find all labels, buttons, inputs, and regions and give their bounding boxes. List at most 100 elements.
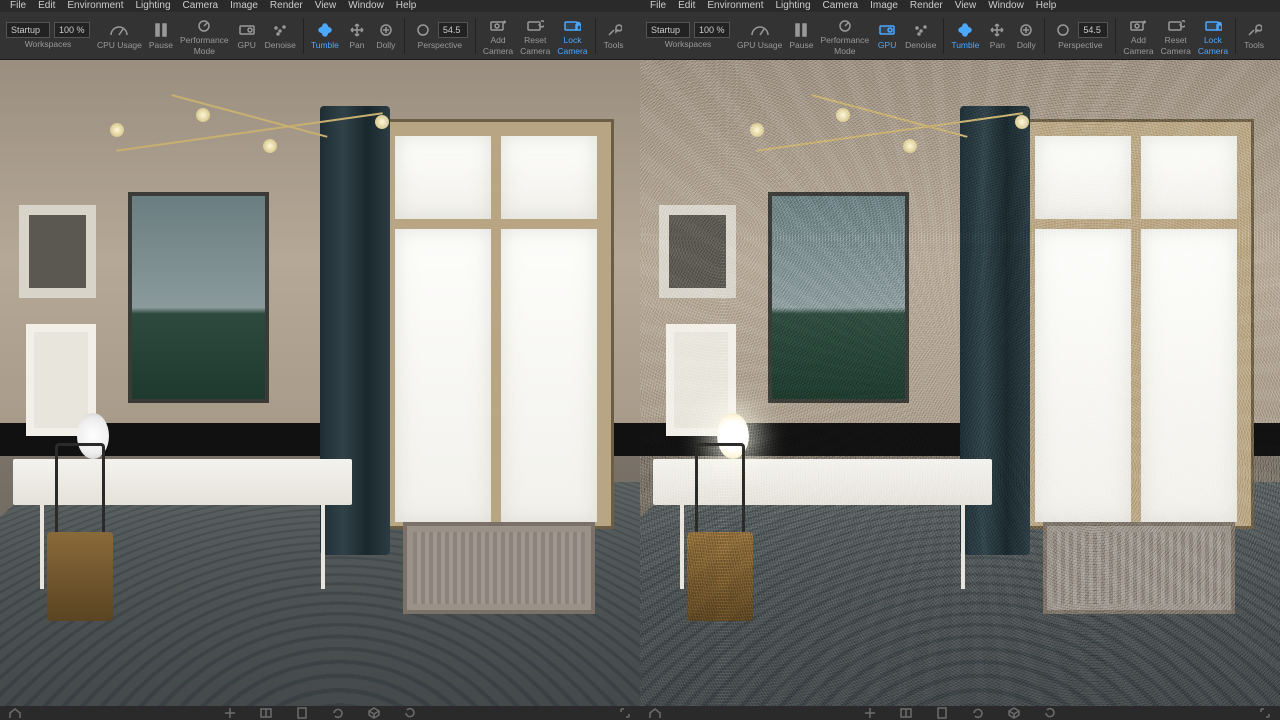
gpu-icon: [876, 21, 898, 39]
refresh-icon[interactable]: [969, 707, 987, 719]
menu-file[interactable]: File: [644, 0, 672, 12]
painting-large: [128, 192, 269, 403]
menu-render[interactable]: Render: [904, 0, 949, 12]
expand-icon[interactable]: [616, 707, 634, 719]
pan-icon: [986, 21, 1008, 39]
tumble-button[interactable]: Tumble: [948, 14, 982, 58]
menu-render[interactable]: Render: [264, 0, 309, 12]
tumble-button[interactable]: Tumble: [308, 14, 342, 58]
perspective-button[interactable]: 54.5 Perspective: [1049, 14, 1111, 58]
lens-icon: [412, 21, 434, 39]
menu-camera[interactable]: Camera: [177, 0, 225, 12]
add-camera-button[interactable]: Add Camera: [480, 14, 516, 58]
menu-lighting[interactable]: Lighting: [130, 0, 177, 12]
focal-length-field[interactable]: 54.5: [438, 22, 468, 38]
perspective-button[interactable]: 54.5 Perspective: [409, 14, 471, 58]
denoise-button[interactable]: Denoise: [902, 14, 939, 58]
gizmo-icon[interactable]: [221, 707, 239, 719]
book-icon[interactable]: [257, 707, 275, 719]
toolbar: Startup 100 % Workspaces CPU Usage Pause…: [0, 12, 640, 60]
menu-file[interactable]: File: [4, 0, 32, 12]
book-icon[interactable]: [897, 707, 915, 719]
menu-help[interactable]: Help: [1030, 0, 1063, 12]
reset-camera-button[interactable]: Reset Camera: [1158, 14, 1194, 58]
menu-image[interactable]: Image: [224, 0, 264, 12]
cpu-usage-button[interactable]: CPU Usage: [94, 14, 145, 58]
page-icon[interactable]: [933, 707, 951, 719]
radiator: [403, 522, 595, 614]
menubar: File Edit Environment Lighting Camera Im…: [0, 0, 640, 12]
page-icon[interactable]: [293, 707, 311, 719]
pan-button[interactable]: Pan: [343, 14, 371, 58]
workspaces-button[interactable]: Startup 100 % Workspaces: [643, 14, 733, 58]
window: [1018, 119, 1255, 528]
add-camera-button[interactable]: Add Camera: [1120, 14, 1156, 58]
workspace-dropdown[interactable]: Startup: [6, 22, 50, 38]
menu-window[interactable]: Window: [982, 0, 1030, 12]
gpu-button[interactable]: GPU: [873, 14, 901, 58]
zoom-dropdown[interactable]: 100 %: [54, 22, 90, 38]
menu-image[interactable]: Image: [864, 0, 904, 12]
performance-mode-button[interactable]: Performance Mode: [177, 14, 232, 58]
lock-camera-button[interactable]: Lock Camera: [1195, 14, 1231, 58]
gpu-usage-button[interactable]: GPU Usage: [734, 14, 785, 58]
window: [378, 119, 615, 528]
workspace-dropdown[interactable]: Startup: [646, 22, 690, 38]
gizmo-icon[interactable]: [861, 707, 879, 719]
lock-camera-button[interactable]: Lock Camera: [554, 14, 590, 58]
menu-edit[interactable]: Edit: [32, 0, 61, 12]
dolly-icon: [375, 21, 397, 39]
dolly-button[interactable]: Dolly: [1012, 14, 1040, 58]
pan-icon: [346, 21, 368, 39]
chair: [38, 443, 121, 641]
pause-button[interactable]: Pause: [786, 14, 816, 58]
menu-camera[interactable]: Camera: [817, 0, 865, 12]
reset-camera-button[interactable]: Reset Camera: [517, 14, 553, 58]
toolbar: Startup 100 % Workspaces GPU Usage Pause…: [640, 12, 1280, 60]
viewport-panel-right: File Edit Environment Lighting Camera Im…: [640, 0, 1280, 720]
rotate-icon[interactable]: [1041, 707, 1059, 719]
menu-window[interactable]: Window: [342, 0, 390, 12]
render-viewport-left[interactable]: [0, 60, 640, 720]
dolly-icon: [1015, 21, 1037, 39]
tools-icon: [1243, 21, 1265, 39]
pause-icon: [150, 21, 172, 39]
dolly-button[interactable]: Dolly: [372, 14, 400, 58]
pause-icon: [790, 21, 812, 39]
render-viewport-right[interactable]: [640, 60, 1280, 720]
denoise-button[interactable]: Denoise: [262, 14, 299, 58]
menu-environment[interactable]: Environment: [61, 0, 129, 12]
tools-button[interactable]: Tools: [600, 14, 628, 58]
refresh-icon[interactable]: [329, 707, 347, 719]
curtain: [960, 106, 1030, 555]
chair: [678, 443, 761, 641]
denoise-icon: [269, 21, 291, 39]
pan-button[interactable]: Pan: [983, 14, 1011, 58]
camera-lock-icon: [1202, 16, 1224, 34]
cube-icon[interactable]: [365, 707, 383, 719]
pause-button[interactable]: Pause: [146, 14, 176, 58]
tumble-icon: [314, 21, 336, 39]
menu-environment[interactable]: Environment: [701, 0, 769, 12]
rotate-icon[interactable]: [401, 707, 419, 719]
gpu-button[interactable]: GPU: [233, 14, 261, 58]
performance-mode-button[interactable]: Performance Mode: [817, 14, 872, 58]
menu-edit[interactable]: Edit: [672, 0, 701, 12]
desk: [653, 459, 992, 505]
camera-plus-icon: [1127, 16, 1149, 34]
gpu-icon: [236, 21, 258, 39]
menu-view[interactable]: View: [949, 0, 983, 12]
menu-help[interactable]: Help: [390, 0, 423, 12]
home-icon[interactable]: [646, 707, 664, 719]
menu-view[interactable]: View: [309, 0, 343, 12]
workspaces-button[interactable]: Startup 100 % Workspaces: [3, 14, 93, 58]
focal-length-field[interactable]: 54.5: [1078, 22, 1108, 38]
expand-icon[interactable]: [1256, 707, 1274, 719]
menu-lighting[interactable]: Lighting: [770, 0, 817, 12]
cube-icon[interactable]: [1005, 707, 1023, 719]
tools-button[interactable]: Tools: [1240, 14, 1268, 58]
zoom-dropdown[interactable]: 100 %: [694, 22, 730, 38]
tools-icon: [603, 21, 625, 39]
home-icon[interactable]: [6, 707, 24, 719]
camera-reset-icon: [1165, 16, 1187, 34]
